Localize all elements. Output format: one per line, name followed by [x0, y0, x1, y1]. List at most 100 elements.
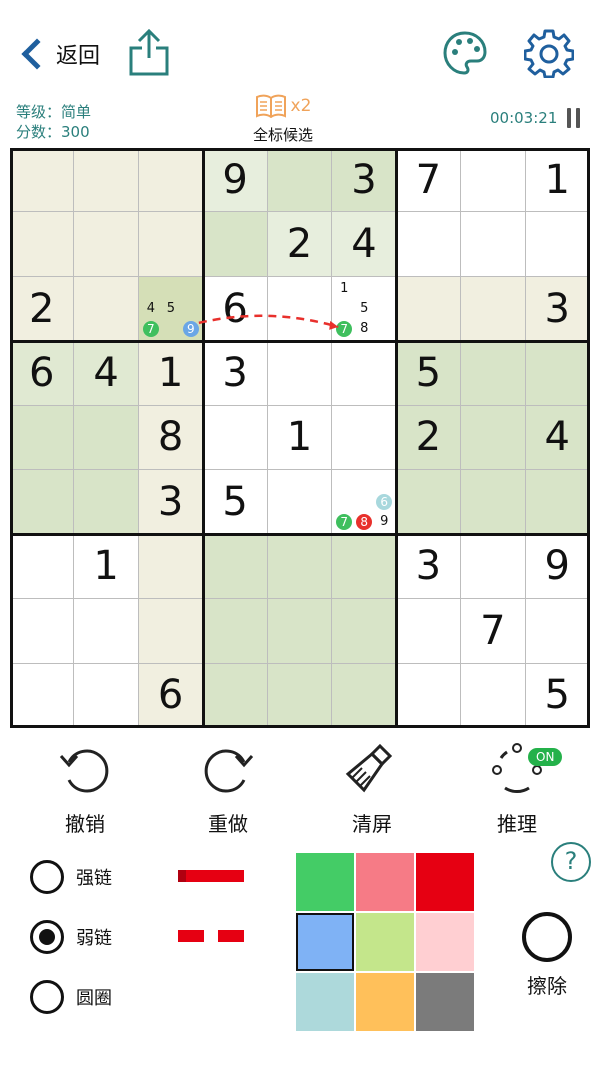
sudoku-cell[interactable]: 6 — [138, 663, 204, 728]
sudoku-cell[interactable]: 3 — [525, 276, 590, 342]
sudoku-cell[interactable] — [525, 470, 590, 535]
sudoku-cell[interactable] — [396, 599, 462, 664]
radio-weak[interactable] — [30, 920, 64, 954]
color-swatch[interactable] — [356, 853, 414, 911]
sudoku-cell[interactable] — [10, 599, 75, 664]
sudoku-cell[interactable]: 4 — [74, 341, 139, 406]
sudoku-cell[interactable] — [396, 276, 462, 342]
sudoku-cell[interactable] — [10, 148, 75, 213]
sudoku-cell[interactable] — [525, 341, 590, 406]
erase-button[interactable]: 擦除 — [514, 912, 580, 999]
sudoku-cell[interactable] — [203, 534, 268, 600]
sudoku-cell[interactable]: 1 — [267, 405, 333, 471]
sudoku-cell[interactable]: 7 — [461, 599, 526, 664]
sudoku-cell[interactable]: 9 — [203, 148, 268, 213]
sudoku-cell[interactable]: 2 — [267, 212, 333, 277]
reasoning-button[interactable]: ON 推理 — [462, 740, 572, 837]
sudoku-cell[interactable]: 3 — [203, 341, 268, 406]
sudoku-cell[interactable] — [74, 405, 139, 471]
sudoku-cell[interactable] — [10, 534, 75, 600]
sudoku-cell[interactable] — [10, 212, 75, 277]
sudoku-cell[interactable] — [267, 599, 333, 664]
option-circle[interactable]: 圆圈 — [30, 980, 112, 1014]
sudoku-cell[interactable]: 6 — [203, 276, 268, 342]
sudoku-cell[interactable] — [203, 599, 268, 664]
radio-circle[interactable] — [30, 980, 64, 1014]
color-swatch[interactable] — [416, 973, 474, 1031]
palette-icon[interactable] — [442, 30, 488, 76]
sudoku-cell[interactable] — [267, 470, 333, 535]
sudoku-cell[interactable]: 3 — [396, 534, 462, 600]
sudoku-cell[interactable] — [332, 663, 397, 728]
sudoku-cell[interactable]: 5 — [203, 470, 268, 535]
sudoku-cell[interactable] — [74, 212, 139, 277]
sudoku-cell[interactable]: 6 — [10, 341, 75, 406]
sudoku-cell[interactable] — [461, 341, 526, 406]
sudoku-cell[interactable] — [74, 276, 139, 342]
sudoku-cell[interactable]: 5 — [525, 663, 590, 728]
sudoku-cell[interactable] — [332, 534, 397, 600]
sudoku-cell[interactable] — [267, 663, 333, 728]
redo-button[interactable]: 重做 — [173, 740, 283, 837]
sudoku-cell[interactable] — [267, 148, 333, 213]
sudoku-cell[interactable]: 7 — [396, 148, 462, 213]
sudoku-cell[interactable] — [461, 534, 526, 600]
sudoku-cell[interactable] — [74, 470, 139, 535]
sudoku-cell[interactable]: 9 — [525, 534, 590, 600]
sudoku-cell[interactable] — [525, 212, 590, 277]
sudoku-cell[interactable] — [461, 663, 526, 728]
sudoku-cell[interactable] — [461, 276, 526, 342]
sudoku-cell[interactable]: 2 — [396, 405, 462, 471]
color-swatch[interactable] — [356, 913, 414, 971]
sudoku-cell[interactable] — [138, 534, 204, 600]
sudoku-cell[interactable] — [138, 212, 204, 277]
sudoku-cell[interactable] — [10, 470, 75, 535]
sudoku-cell[interactable] — [332, 405, 397, 471]
sudoku-cell[interactable] — [332, 341, 397, 406]
radio-strong[interactable] — [30, 860, 64, 894]
sudoku-cell[interactable] — [74, 148, 139, 213]
sudoku-cell[interactable] — [138, 599, 204, 664]
color-swatch[interactable] — [296, 913, 354, 971]
option-strong-link[interactable]: 强链 — [30, 860, 112, 894]
gear-icon[interactable] — [524, 28, 574, 78]
sudoku-cell[interactable]: 1 — [138, 341, 204, 406]
sudoku-cell[interactable] — [461, 212, 526, 277]
sudoku-cell[interactable] — [203, 212, 268, 277]
sudoku-cell[interactable]: 5 — [396, 341, 462, 406]
sudoku-cell[interactable]: 8 — [138, 405, 204, 471]
reasoning-toggle[interactable]: ON — [528, 748, 563, 766]
sudoku-cell[interactable] — [396, 212, 462, 277]
sudoku-cell[interactable] — [10, 405, 75, 471]
candidate-mode[interactable]: x2 全标候选 — [208, 94, 358, 145]
sudoku-cell[interactable] — [138, 148, 204, 213]
sudoku-cell[interactable] — [74, 663, 139, 728]
sudoku-cell[interactable] — [10, 663, 75, 728]
sudoku-cell[interactable] — [396, 470, 462, 535]
sudoku-cell[interactable] — [396, 663, 462, 728]
sudoku-cell[interactable] — [461, 148, 526, 213]
sudoku-cell[interactable] — [267, 276, 333, 342]
color-swatch[interactable] — [416, 853, 474, 911]
color-swatch[interactable] — [356, 973, 414, 1031]
help-icon[interactable]: ? — [551, 842, 591, 882]
sudoku-cell[interactable] — [461, 470, 526, 535]
sudoku-cell[interactable] — [203, 663, 268, 728]
sudoku-cell[interactable] — [525, 599, 590, 664]
sudoku-cell[interactable]: 3 — [138, 470, 204, 535]
color-swatch[interactable] — [296, 973, 354, 1031]
back-button[interactable]: 返回 — [14, 30, 100, 78]
sudoku-cell[interactable] — [267, 534, 333, 600]
sudoku-cell[interactable] — [74, 599, 139, 664]
sudoku-cell[interactable]: 1 — [74, 534, 139, 600]
sudoku-cell[interactable]: 1 — [525, 148, 590, 213]
clear-button[interactable]: 清屏 — [317, 740, 427, 837]
sudoku-cell[interactable] — [461, 405, 526, 471]
sudoku-cell[interactable]: 3 — [332, 148, 397, 213]
sudoku-cell[interactable]: 2 — [10, 276, 75, 342]
color-swatch[interactable] — [296, 853, 354, 911]
sudoku-cell[interactable] — [203, 405, 268, 471]
sudoku-cell[interactable]: 4 — [525, 405, 590, 471]
sudoku-cell[interactable] — [332, 599, 397, 664]
option-weak-link[interactable]: 弱链 — [30, 920, 112, 954]
